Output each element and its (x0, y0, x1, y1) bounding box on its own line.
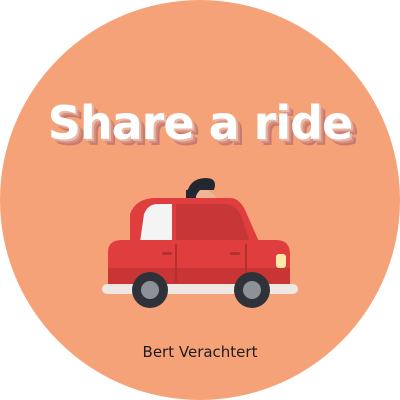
badge-title: Share a ride (47, 96, 353, 150)
front-wheel (132, 272, 168, 308)
car-body (102, 198, 298, 294)
badge-circle: Share a ride Bert Verachtert (0, 0, 400, 400)
car-with-driver-illustration (102, 178, 298, 308)
author-name: Bert Verachtert (142, 343, 258, 361)
rear-wheel (234, 272, 270, 308)
